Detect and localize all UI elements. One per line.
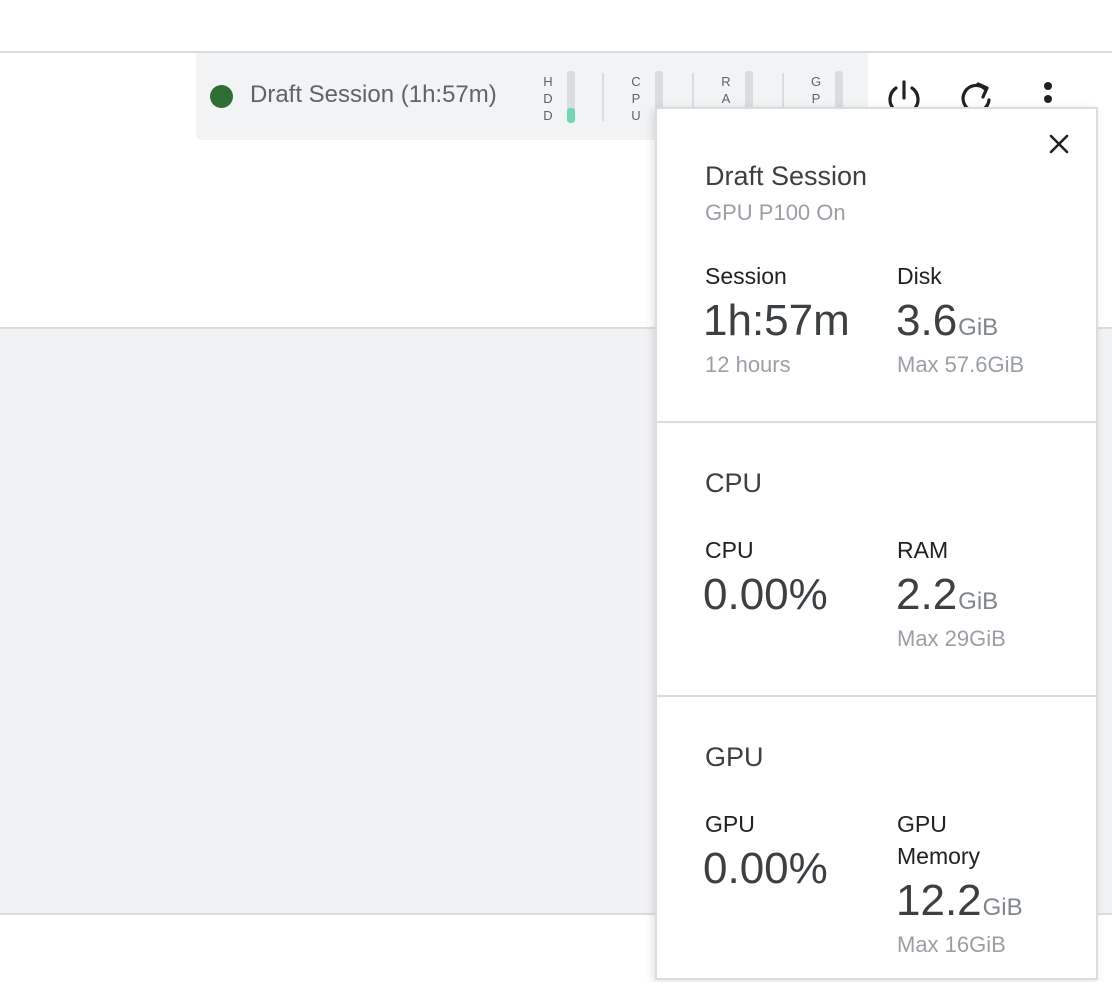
hdd-meter-label: H D D <box>543 74 553 123</box>
session-label: Session <box>705 263 787 289</box>
session-status-indicator <box>210 85 233 108</box>
gpu-value: 0.00% <box>703 844 828 893</box>
cpu-value: 0.00% <box>703 570 828 619</box>
gpu-memory-label: GPU Memory <box>897 811 981 869</box>
cpu-meter-label: C P U <box>631 74 641 123</box>
meter-divider <box>602 73 604 121</box>
disk-label: Disk <box>897 263 942 289</box>
hdd-meter-fill <box>567 108 575 123</box>
popup-title: Draft Session <box>705 161 868 191</box>
ram-max: Max 29GiB <box>897 626 1006 651</box>
session-details-popup: Draft Session GPU P100 On Session 1h:57m… <box>655 107 1098 980</box>
gpu-memory-max: Max 16GiB <box>897 932 1006 957</box>
session-section: Draft Session GPU P100 On Session 1h:57m… <box>657 109 1096 421</box>
session-value: 1h:57m <box>703 296 850 345</box>
top-bar <box>0 0 1112 53</box>
session-label: Draft Session (1h:57m) <box>250 81 497 108</box>
ram-label: RAM <box>897 537 949 563</box>
session-limit: 12 hours <box>705 352 791 377</box>
gpu-label: GPU <box>705 811 755 837</box>
ram-value: 2.2GiB <box>896 570 999 619</box>
cpu-section-title: CPU <box>705 468 763 498</box>
cpu-section: CPU CPU 0.00% RAM 2.2GiB Max 29GiB <box>657 423 1096 695</box>
gpu-section-title: GPU <box>705 742 764 772</box>
disk-max: Max 57.6GiB <box>897 352 1025 377</box>
popup-subtitle: GPU P100 On <box>705 200 846 225</box>
gpu-section: GPU GPU 0.00% GPU Memory 12.2GiB Max 16G… <box>657 697 1096 982</box>
disk-value: 3.6GiB <box>896 296 999 345</box>
cpu-label: CPU <box>705 537 754 563</box>
hdd-meter-bar <box>567 71 575 123</box>
gpu-memory-value: 12.2GiB <box>896 876 1023 925</box>
